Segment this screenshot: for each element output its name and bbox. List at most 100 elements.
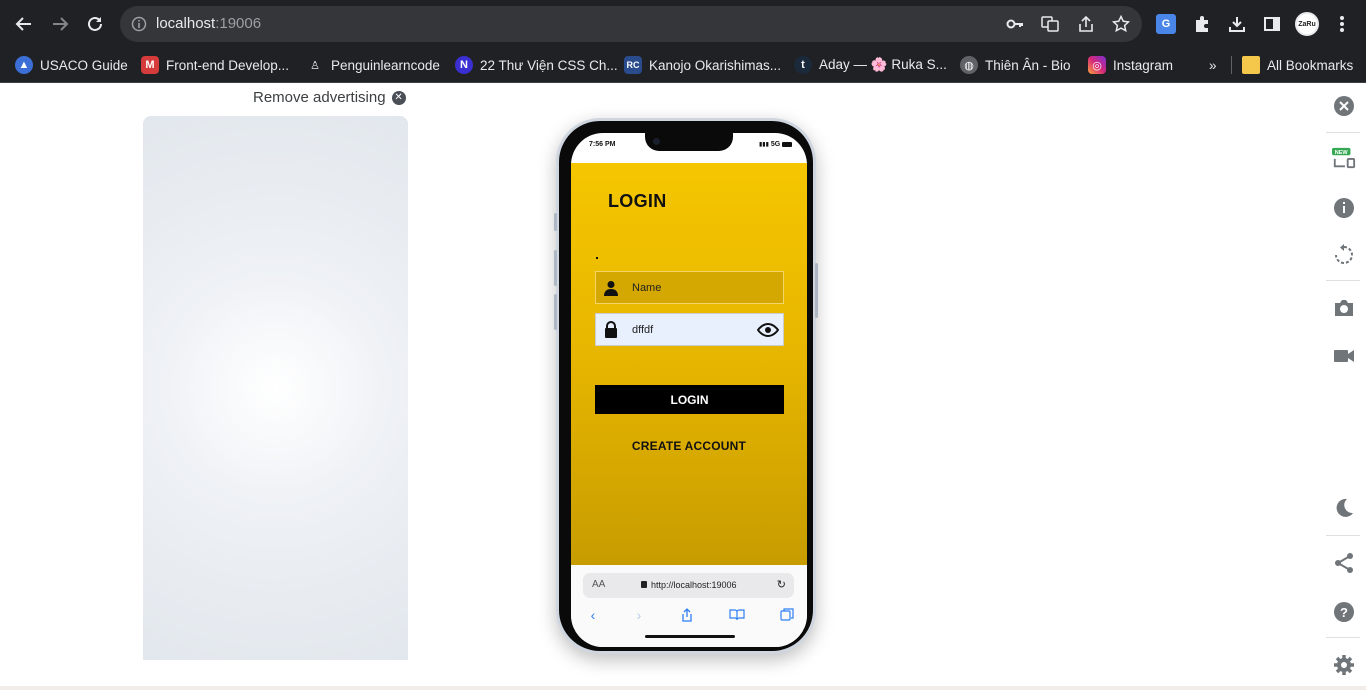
rotate-button[interactable] [1332,243,1356,267]
share-icon[interactable] [1076,14,1096,34]
page-content: Remove advertising ✕ 7:56 PM ▮▮▮ 5G LOGI… [0,83,1366,690]
browser-toolbar: localhost:19006 G ZaRu [0,0,1366,47]
url-text: localhost:19006 [156,15,261,32]
bookmark-label: Kanojo Okarishimas... [649,57,782,73]
password-input[interactable]: dffdf [595,313,784,346]
close-icon [1334,96,1354,116]
text-size-button[interactable]: AA [592,579,605,590]
bookmark-css[interactable]: N 22 Thư Viện CSS Ch... [455,54,618,76]
bookmark-label: Thiên Ân - Bio [985,57,1071,73]
profile-avatar[interactable]: ZaRu [1295,12,1319,36]
remove-advertising-link[interactable]: Remove advertising ✕ [253,89,406,106]
sidebar-divider [1326,535,1360,536]
side-panel-icon[interactable] [1260,12,1284,36]
bookmarks-divider [1231,56,1232,74]
safari-toolbar: AA http://localhost:19006 ↻ ‹ › [571,565,807,647]
safari-forward-icon[interactable]: › [629,605,649,625]
login-button[interactable]: LOGIN [595,385,784,414]
bookmark-instagram[interactable]: ◎ Instagram [1088,54,1173,76]
share-button[interactable] [1332,551,1356,575]
password-value: dffdf [632,323,654,336]
all-bookmarks-label: All Bookmarks [1267,57,1354,73]
menu-kebab-icon[interactable] [1330,12,1354,36]
login-screen: LOGIN Name dffdf LOGIN CREATE ACCOUNT [571,163,807,565]
bookmark-label: 22 Thư Viện CSS Ch... [480,57,618,73]
bookmark-penguin[interactable]: ♙ Penguinlearncode [306,54,440,76]
info-button[interactable] [1332,196,1356,220]
instagram-icon: ◎ [1088,56,1106,74]
info-icon [1334,198,1354,218]
safari-back-icon[interactable]: ‹ [583,605,603,625]
record-button[interactable] [1332,344,1356,368]
folder-icon [1242,56,1260,74]
usaco-icon: ▲ [15,56,33,74]
settings-button[interactable] [1332,653,1356,677]
forward-button[interactable] [48,12,72,36]
moon-icon [1336,498,1353,517]
extensions-puzzle-icon[interactable] [1190,12,1214,36]
dark-mode-button[interactable] [1332,496,1356,520]
bookmarks-overflow-button[interactable]: » [1209,54,1217,76]
download-icon[interactable] [1225,12,1249,36]
battery-icon [782,142,793,147]
camera-icon [1335,300,1353,316]
bookmark-frontend[interactable]: M Front-end Develop... [141,54,289,76]
bottom-edge [0,686,1366,690]
site-info-icon[interactable] [129,14,149,34]
screenshot-button[interactable] [1332,296,1356,320]
bookmark-aday[interactable]: t Aday — 🌸 Ruka S... [794,54,947,76]
bookmark-thienan[interactable]: ◍ Thiên Ân - Bio [960,54,1071,76]
right-sidebar: NEW ? [1321,83,1366,690]
safari-reload-icon[interactable]: ↻ [777,578,786,591]
google-translate-ext-icon[interactable]: G [1154,12,1178,36]
stray-dot [596,257,598,259]
devices-icon: NEW [1332,147,1356,169]
bookmark-star-icon[interactable] [1111,14,1131,34]
url-host: localhost [156,15,216,32]
back-button[interactable] [12,12,36,36]
phone-silent-switch [554,213,557,231]
key-icon[interactable] [1005,14,1025,34]
safari-share-icon[interactable] [677,605,697,625]
name-placeholder: Name [632,281,662,294]
bookmark-label: Instagram [1113,57,1174,73]
bookmark-usaco[interactable]: ▲ USACO Guide [15,54,128,76]
translate-icon[interactable] [1040,14,1060,34]
name-input[interactable]: Name [595,271,784,304]
gear-icon [1334,655,1354,675]
create-account-link[interactable]: CREATE ACCOUNT [571,439,807,453]
bookmark-kanojo[interactable]: RC Kanojo Okarishimas... [624,54,781,76]
close-circle-button[interactable] [1332,94,1356,118]
reload-icon [88,16,102,31]
bookmark-label: Aday — 🌸 Ruka S... [819,57,947,72]
lock-small-icon [641,581,647,588]
share-nodes-icon [1335,553,1353,573]
bookmark-label: Front-end Develop... [166,57,290,73]
svg-text:?: ? [1340,605,1348,620]
phone-mockup: 7:56 PM ▮▮▮ 5G LOGIN Name dffdf LOGIN CR… [554,118,818,654]
safari-address-bar[interactable]: AA http://localhost:19006 ↻ [583,573,794,598]
address-bar[interactable]: localhost:19006 [120,6,1142,42]
ad-panel [143,116,408,660]
help-button[interactable]: ? [1332,600,1356,624]
bookmark-label: Penguinlearncode [331,57,440,73]
safari-bookmarks-icon[interactable] [727,605,747,625]
devices-button[interactable]: NEW [1332,146,1356,170]
help-icon: ? [1334,602,1354,622]
forward-arrow-icon [53,17,69,31]
reload-button[interactable] [83,12,107,36]
status-network: 5G [770,141,781,148]
tumblr-icon: t [794,56,812,74]
sidebar-divider [1326,280,1360,281]
bookmarks-bar: ▲ USACO Guide M Front-end Develop... ♙ P… [0,47,1366,83]
rc-icon: RC [624,56,642,74]
close-circle-icon[interactable]: ✕ [391,90,406,105]
lock-icon [596,321,626,338]
globe-icon: ◍ [960,56,978,74]
back-arrow-icon [15,17,31,31]
safari-tabs-icon[interactable] [777,605,797,625]
phone-volume-down [554,294,557,330]
all-bookmarks-button[interactable]: All Bookmarks [1242,54,1353,76]
phone-bezel: 7:56 PM ▮▮▮ 5G LOGIN Name dffdf LOGIN CR… [559,121,813,651]
eye-icon[interactable] [753,322,783,337]
